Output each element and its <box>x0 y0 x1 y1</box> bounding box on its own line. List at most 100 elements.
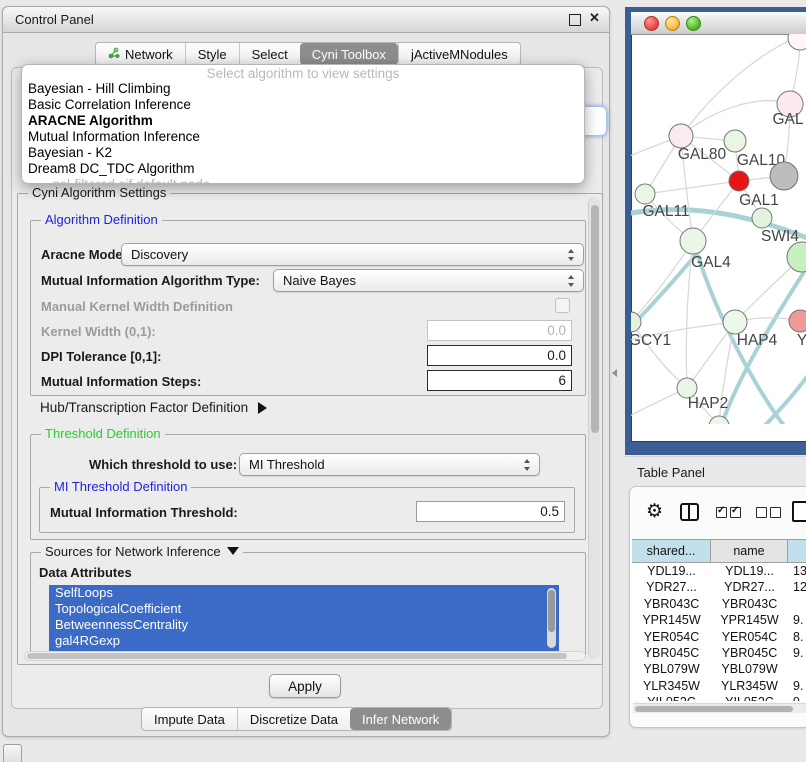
settings-hscroll-thumb[interactable] <box>27 653 567 659</box>
network-edge[interactable] <box>631 250 700 340</box>
attribute-list-item[interactable]: BetweennessCentrality <box>49 617 559 633</box>
which-threshold-combo[interactable]: MI Threshold <box>239 453 540 476</box>
table-cell[interactable]: YBR043C <box>711 596 788 612</box>
columns-pane-icon[interactable] <box>680 503 699 521</box>
table-cell[interactable]: 8. <box>788 629 806 645</box>
table-cell[interactable] <box>788 661 806 677</box>
tab-impute-data[interactable]: Impute Data <box>142 708 237 730</box>
table-row[interactable]: YLR345WYLR345W9. <box>632 678 806 694</box>
table-cell[interactable]: 12 <box>788 579 806 595</box>
select-all-checkboxes-icon[interactable] <box>716 507 741 518</box>
table-cell[interactable]: YPR145W <box>632 612 711 628</box>
network-node-swi4[interactable] <box>752 208 772 228</box>
table-row[interactable]: YPR145WYPR145W9. <box>632 612 806 628</box>
table-row[interactable]: YBL079WYBL079W <box>632 661 806 677</box>
table-row[interactable]: YBR045CYBR045C9. <box>632 645 806 661</box>
dpi-tolerance-field[interactable]: 0.0 <box>427 345 572 366</box>
tab-jactivemnodules[interactable]: jActiveMNodules <box>398 43 520 65</box>
network-node-gal10[interactable] <box>724 130 746 152</box>
apply-button[interactable]: Apply <box>269 674 341 698</box>
table-cell[interactable]: YLR345W <box>711 678 788 694</box>
attributes-scrollbar-thumb[interactable] <box>548 590 555 632</box>
column-header-shared-name[interactable]: shared... <box>632 540 711 562</box>
zoom-window-icon[interactable] <box>686 16 701 31</box>
gear-icon[interactable]: ⚙ <box>646 500 663 523</box>
network-node-gal4[interactable] <box>680 228 706 254</box>
hub-transcription-section[interactable]: Hub/Transcription Factor Definition <box>40 400 267 415</box>
table-cell[interactable]: 9. <box>788 694 806 701</box>
table-hscroll-thumb[interactable] <box>635 706 793 712</box>
settings-horizontal-scrollbar[interactable] <box>24 651 586 661</box>
expanded-arrow-icon[interactable] <box>227 547 239 555</box>
dropdown-item[interactable]: Dream8 DC_TDC Algorithm <box>22 161 584 177</box>
network-edge[interactable] <box>631 241 693 322</box>
table-cell[interactable]: YIL052C <box>632 694 711 701</box>
table-cell[interactable]: YIL052C <box>711 694 788 701</box>
dropdown-item-selected[interactable]: ARACNE Algorithm <box>22 113 584 129</box>
table-cell[interactable]: YDL19... <box>711 563 788 579</box>
export-table-icon[interactable] <box>792 501 806 522</box>
network-node[interactable] <box>788 34 806 50</box>
sources-title[interactable]: Sources for Network Inference <box>41 544 243 559</box>
attribute-list-item[interactable]: TopologicalCoefficient <box>49 601 559 617</box>
table-cell[interactable]: YLR345W <box>632 678 711 694</box>
table-cell[interactable]: YBR045C <box>711 645 788 661</box>
network-graph-canvas[interactable]: GALGAL80GAL10GAL1GAL11SWI4GAL4GCY1HAP4YH… <box>631 34 806 424</box>
table-cell[interactable]: YBR045C <box>632 645 711 661</box>
dropdown-item[interactable]: Bayesian - Hill Climbing <box>22 81 584 97</box>
manual-kernel-checkbox[interactable] <box>555 298 570 313</box>
table-cell[interactable]: YBL079W <box>632 661 711 677</box>
table-cell[interactable]: 13 <box>788 563 806 579</box>
network-node-gcy1[interactable] <box>631 312 641 332</box>
dropdown-item[interactable]: Bayesian - K2 <box>22 145 584 161</box>
table-cell[interactable]: YDL19... <box>632 563 711 579</box>
network-node-y[interactable] <box>789 310 806 332</box>
collapsed-arrow-icon[interactable] <box>258 402 267 414</box>
data-attributes-list[interactable]: SelfLoopsTopologicalCoefficientBetweenne… <box>49 585 559 651</box>
table-row[interactable]: YER054CYER054C8. <box>632 629 806 645</box>
settings-scrollbar-thumb[interactable] <box>591 205 599 433</box>
minimized-panel-button[interactable] <box>3 744 22 762</box>
attribute-list-item[interactable]: gal4RGexp <box>49 633 559 649</box>
column-header-name[interactable]: name <box>711 540 788 562</box>
deselect-all-checkboxes-icon[interactable] <box>756 507 781 518</box>
network-node[interactable] <box>787 242 806 272</box>
table-row[interactable]: YDR27...YDR27...12 <box>632 579 806 595</box>
tab-network[interactable]: Network <box>96 43 185 65</box>
table-cell[interactable]: 9. <box>788 678 806 694</box>
minimize-window-icon[interactable] <box>665 16 680 31</box>
network-node[interactable] <box>770 162 798 190</box>
close-panel-icon[interactable]: ✕ <box>589 10 600 26</box>
tab-cyni-toolbox[interactable]: Cyni Toolbox <box>300 43 398 65</box>
table-cell[interactable]: 9. <box>788 645 806 661</box>
table-cell[interactable]: 9. <box>788 612 806 628</box>
table-cell[interactable]: YDR27... <box>711 579 788 595</box>
network-node-gal1[interactable] <box>729 171 749 191</box>
table-row[interactable]: YDL19...YDL19...13 <box>632 563 806 579</box>
table-cell[interactable]: YBL079W <box>711 661 788 677</box>
aracne-mode-combo[interactable]: Discovery <box>121 243 584 266</box>
table-cell[interactable]: YBR043C <box>632 596 711 612</box>
panel-splitter-handle[interactable] <box>612 369 617 377</box>
network-node-gal11[interactable] <box>635 184 655 204</box>
network-node-gal80[interactable] <box>669 124 693 148</box>
attribute-list-item[interactable]: SelfLoops <box>49 585 559 601</box>
tab-discretize-data[interactable]: Discretize Data <box>237 708 350 730</box>
tab-select[interactable]: Select <box>239 43 300 65</box>
table-row[interactable]: YBR043CYBR043C <box>632 596 806 612</box>
network-node-hap4[interactable] <box>723 310 747 334</box>
table-cell[interactable]: YER054C <box>711 629 788 645</box>
column-header-clipped[interactable] <box>788 540 806 562</box>
settings-vertical-scrollbar[interactable] <box>588 197 600 659</box>
table-cell[interactable]: YPR145W <box>711 612 788 628</box>
table-cell[interactable]: YER054C <box>632 629 711 645</box>
table-cell[interactable]: YDR27... <box>632 579 711 595</box>
mi-threshold-field[interactable]: 0.5 <box>416 501 565 522</box>
tab-style[interactable]: Style <box>185 43 239 65</box>
table-cell[interactable] <box>788 596 806 612</box>
close-window-icon[interactable] <box>644 16 659 31</box>
mi-steps-field[interactable]: 6 <box>427 370 572 391</box>
table-horizontal-scrollbar[interactable] <box>633 703 806 713</box>
mi-type-combo[interactable]: Naive Bayes <box>273 269 584 292</box>
table-row[interactable]: YIL052CYIL052C9. <box>632 694 806 701</box>
